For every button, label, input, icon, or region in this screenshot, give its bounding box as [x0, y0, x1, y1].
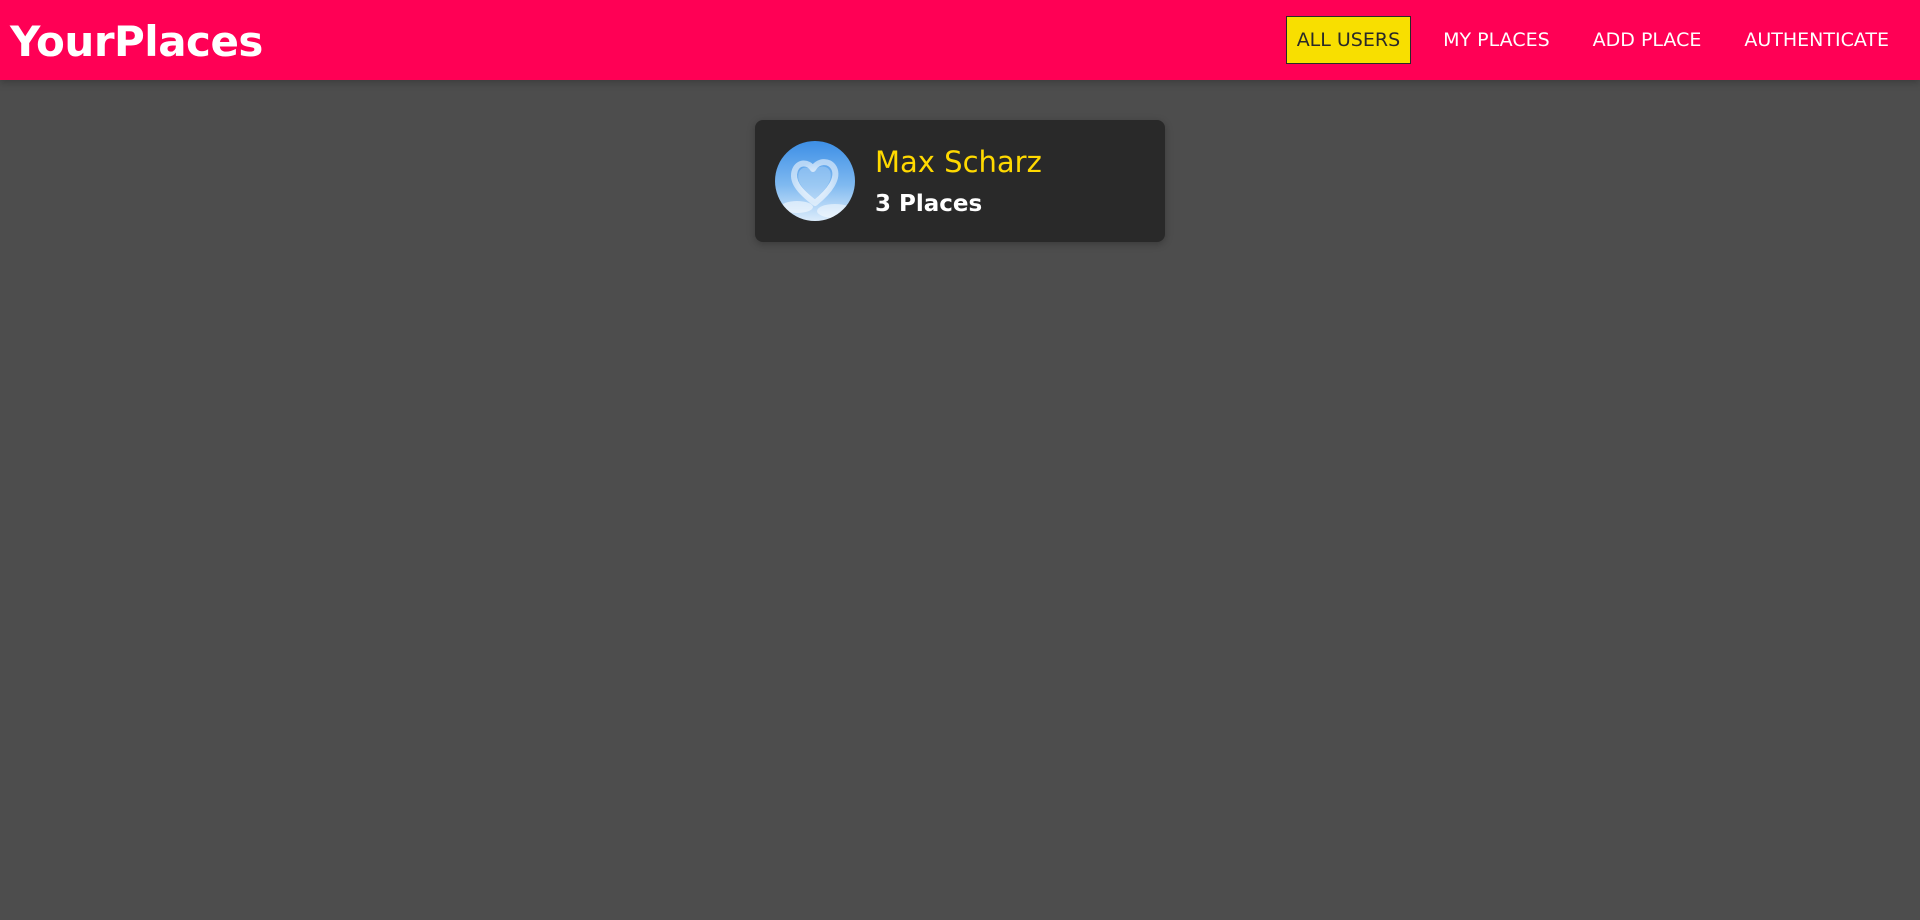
heart-cloud-icon — [775, 141, 855, 221]
main-content: Max Scharz 3 Places — [0, 80, 1920, 920]
nav-add-place[interactable]: ADD PLACE — [1582, 16, 1713, 64]
nav-all-users[interactable]: ALL USERS — [1285, 16, 1412, 64]
nav-authenticate[interactable]: AUTHENTICATE — [1733, 16, 1900, 64]
user-info: Max Scharz 3 Places — [875, 144, 1042, 218]
main-nav: ALL USERS MY PLACES ADD PLACE AUTHENTICA… — [1265, 16, 1900, 64]
user-avatar — [775, 141, 855, 221]
nav-my-places[interactable]: MY PLACES — [1432, 16, 1561, 64]
brand-logo-link[interactable]: YourPlaces — [10, 17, 263, 66]
user-card[interactable]: Max Scharz 3 Places — [755, 120, 1165, 242]
main-header: YourPlaces ALL USERS MY PLACES ADD PLACE… — [0, 0, 1920, 80]
user-name: Max Scharz — [875, 145, 1042, 179]
user-place-count: 3 Places — [875, 191, 983, 217]
